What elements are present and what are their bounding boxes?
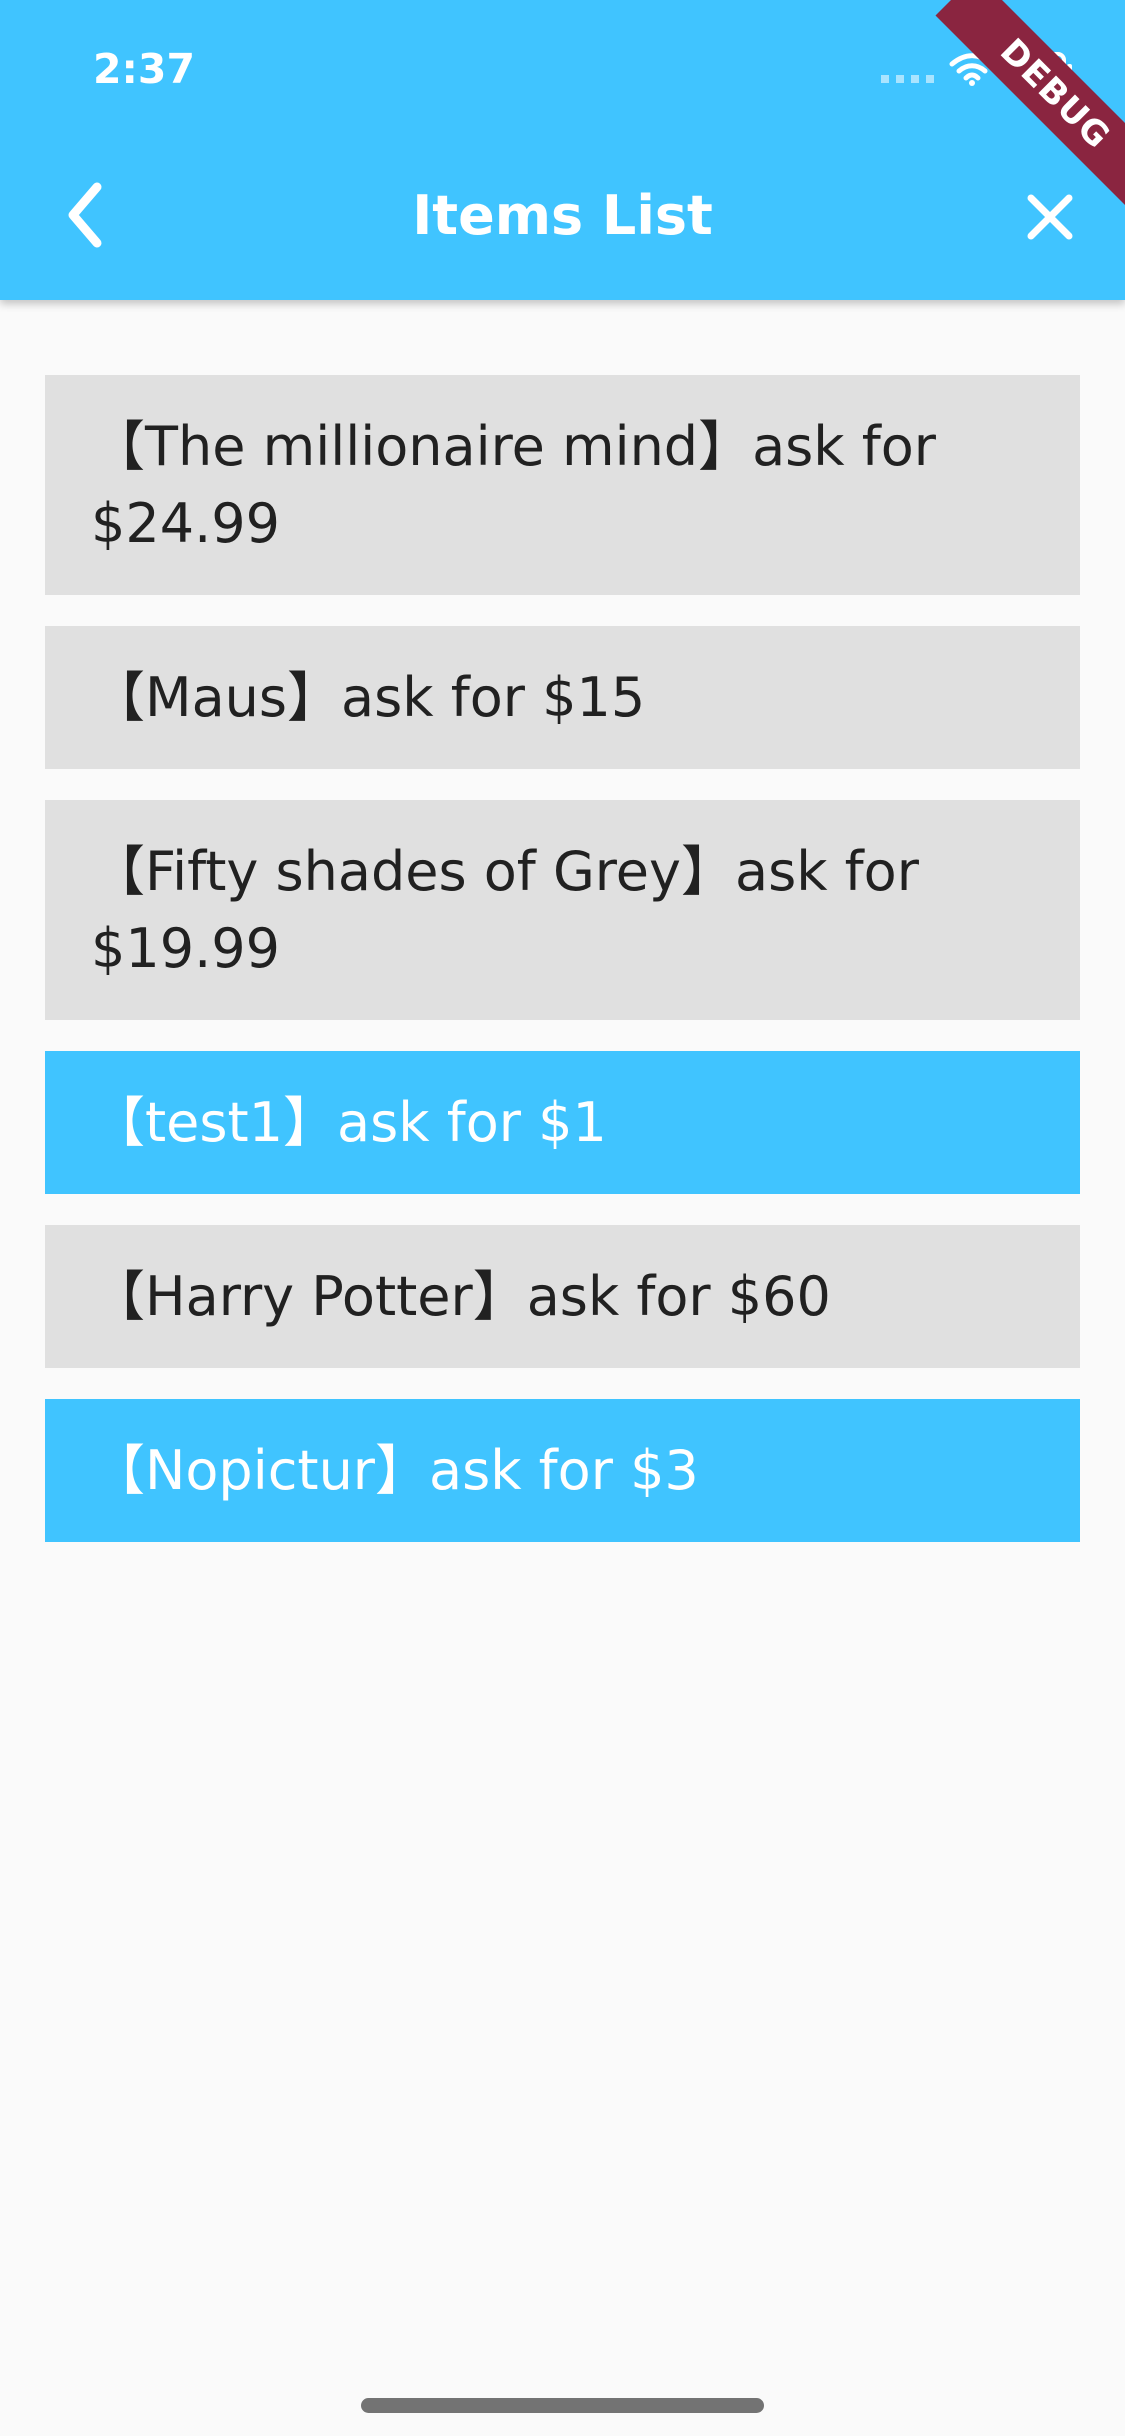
list-item-fifty-shades-of-grey[interactable]: 【Fifty shades of Grey】ask for $19.99 <box>45 800 1080 1020</box>
list-item-the-millionaire-mind[interactable]: 【The millionaire mind】ask for $24.99 <box>45 375 1080 595</box>
debug-banner: DEBUG <box>895 0 1125 230</box>
debug-banner-label: DEBUG <box>935 0 1125 214</box>
list-item-nopictur[interactable]: 【Nopictur】ask for $3 <box>45 1399 1080 1542</box>
list-item-maus[interactable]: 【Maus】ask for $15 <box>45 626 1080 769</box>
list-item-harry-potter[interactable]: 【Harry Potter】ask for $60 <box>45 1225 1080 1368</box>
back-button[interactable] <box>50 170 120 260</box>
list-item-test1[interactable]: 【test1】ask for $1 <box>45 1051 1080 1194</box>
home-indicator <box>361 2398 764 2413</box>
status-time: 2:37 <box>93 45 195 93</box>
page-title: Items List <box>412 184 713 247</box>
chevron-left-icon <box>68 182 102 248</box>
items-list: 【The millionaire mind】ask for $24.99 【Ma… <box>45 375 1080 1573</box>
